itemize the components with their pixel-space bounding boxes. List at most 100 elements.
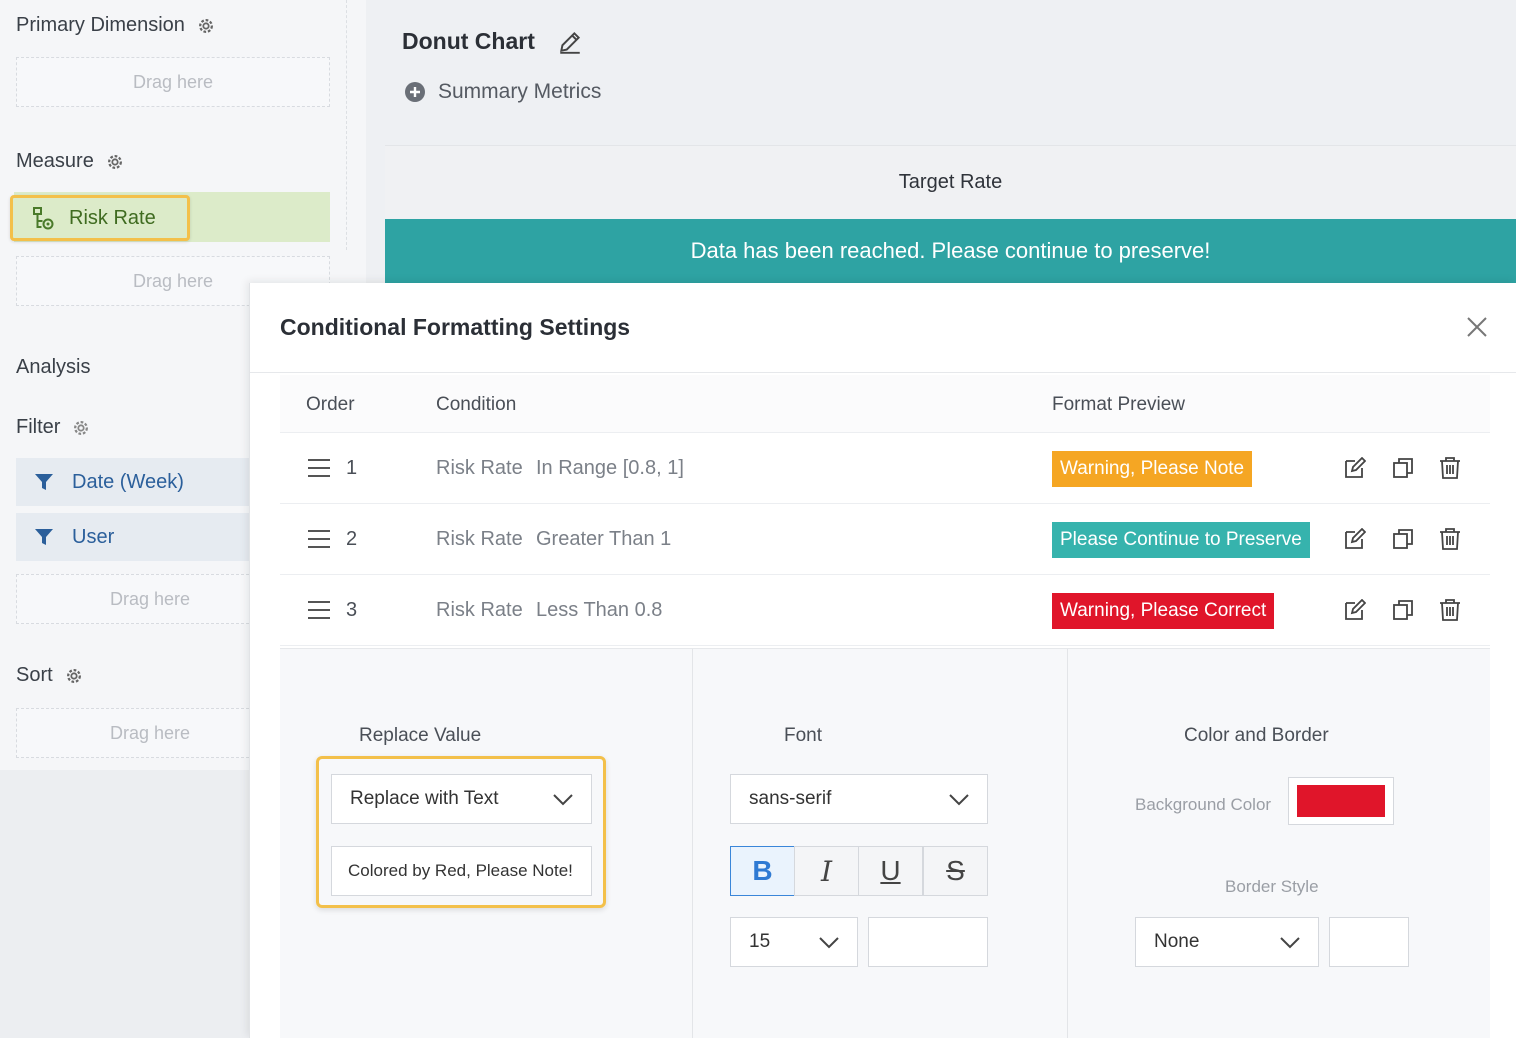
border-style-select[interactable]: None xyxy=(1135,917,1319,967)
column-order: Order xyxy=(306,394,355,415)
primary-dimension-dropzone[interactable]: Drag here xyxy=(16,57,330,107)
border-color-input[interactable] xyxy=(1329,917,1409,967)
rule-order: 3 xyxy=(346,599,358,621)
sort-heading: Sort xyxy=(16,664,83,687)
filter-heading: Filter xyxy=(16,416,90,439)
table-row: 1 Risk Rate In Range [0.8, 1] Warning, P… xyxy=(280,433,1490,504)
font-family-value: sans-serif xyxy=(749,788,832,809)
table-header: Order Condition Format Preview xyxy=(280,375,1490,433)
panel-divider xyxy=(692,649,693,1038)
color-border-label: Color and Border xyxy=(1184,725,1329,746)
copy-icon[interactable] xyxy=(1392,599,1414,621)
gear-icon[interactable] xyxy=(106,153,124,171)
analysis-title: Analysis xyxy=(16,356,91,378)
dialog-title: Conditional Formatting Settings xyxy=(280,314,631,340)
background-color-label: Background Color xyxy=(1135,795,1272,814)
panel-strip xyxy=(0,770,250,1038)
sort-title: Sort xyxy=(16,664,53,686)
column-format-preview: Format Preview xyxy=(1052,394,1186,415)
rules-table: Order Condition Format Preview 1 Risk Ra… xyxy=(280,375,1490,646)
gear-icon[interactable] xyxy=(197,17,215,35)
chevron-down-icon xyxy=(553,794,573,806)
edit-icon[interactable] xyxy=(1344,528,1366,550)
trash-icon[interactable] xyxy=(1439,528,1461,550)
primary-dimension-title: Primary Dimension xyxy=(16,14,185,36)
divider xyxy=(346,0,347,250)
close-icon[interactable] xyxy=(1465,315,1489,339)
italic-button[interactable]: I xyxy=(794,846,859,896)
gear-icon[interactable] xyxy=(72,419,90,437)
conditional-formatting-dialog: Conditional Formatting Settings Order Co… xyxy=(249,283,1516,1038)
primary-dimension-heading: Primary Dimension xyxy=(16,14,215,37)
rule-order: 1 xyxy=(346,457,358,479)
bold-button[interactable]: B xyxy=(730,846,795,896)
format-preview-badge: Please Continue to Preserve xyxy=(1052,522,1310,558)
chevron-down-icon xyxy=(1280,937,1300,949)
background-color-picker[interactable] xyxy=(1288,777,1394,825)
measure-title: Measure xyxy=(16,150,94,172)
rule-field: Risk Rate xyxy=(436,528,523,550)
border-style-value: None xyxy=(1154,931,1200,952)
replace-value-label: Replace Value xyxy=(359,725,482,746)
measure-item-label: Risk Rate xyxy=(69,206,156,229)
font-size-value: 15 xyxy=(749,931,771,952)
filter-icon xyxy=(35,529,53,545)
edit-icon[interactable] xyxy=(1344,599,1366,621)
filter-item-user[interactable]: User xyxy=(16,513,250,561)
filter-item-date-week[interactable]: Date (Week) xyxy=(16,458,250,506)
rule-field: Risk Rate xyxy=(436,457,523,479)
filter-dropzone[interactable]: Drag here xyxy=(16,574,284,624)
column-condition: Condition xyxy=(436,394,517,415)
filter-item-label: Date (Week) xyxy=(72,470,184,493)
rule-field: Risk Rate xyxy=(436,599,523,621)
measure-item-risk-rate[interactable]: Risk Rate xyxy=(10,195,190,241)
dialog-header: Conditional Formatting Settings xyxy=(250,283,1516,373)
filter-title: Filter xyxy=(16,416,61,438)
drag-handle-icon[interactable] xyxy=(308,601,330,619)
rule-condition: In Range [0.8, 1] xyxy=(536,457,684,479)
table-row: 2 Risk Rate Greater Than 1 Please Contin… xyxy=(280,504,1490,575)
hierarchy-icon xyxy=(33,207,54,230)
chart-title-row: Donut Chart xyxy=(402,28,583,55)
summary-metrics-label: Summary Metrics xyxy=(438,80,602,103)
trash-icon[interactable] xyxy=(1439,457,1461,479)
sort-dropzone[interactable]: Drag here xyxy=(16,708,284,758)
rule-order: 2 xyxy=(346,528,358,550)
target-rate-header: Target Rate xyxy=(385,145,1516,219)
underline-button[interactable]: U xyxy=(858,846,923,896)
copy-icon[interactable] xyxy=(1392,528,1414,550)
filter-item-label: User xyxy=(72,525,115,548)
rule-condition: Less Than 0.8 xyxy=(536,599,663,621)
drag-handle-icon[interactable] xyxy=(308,459,330,477)
summary-metrics-button[interactable]: Summary Metrics xyxy=(404,80,601,104)
pencil-icon[interactable] xyxy=(557,29,583,55)
panel-divider xyxy=(1067,649,1068,1038)
strikethrough-button[interactable]: S xyxy=(923,846,988,896)
gear-icon[interactable] xyxy=(65,667,83,685)
filter-icon xyxy=(35,474,53,490)
format-preview-badge: Warning, Please Correct xyxy=(1052,593,1275,629)
format-settings-panels: Replace Value Replace with Text Colored … xyxy=(280,648,1490,1038)
replace-mode-select[interactable]: Replace with Text xyxy=(331,774,592,824)
chevron-down-icon xyxy=(819,937,839,949)
measure-heading: Measure xyxy=(16,150,124,173)
drag-handle-icon[interactable] xyxy=(308,530,330,548)
copy-icon[interactable] xyxy=(1392,457,1414,479)
edit-icon[interactable] xyxy=(1344,457,1366,479)
rule-condition: Greater Than 1 xyxy=(536,528,672,550)
chart-title: Donut Chart xyxy=(402,28,535,54)
trash-icon[interactable] xyxy=(1439,599,1461,621)
font-label: Font xyxy=(784,725,823,746)
chevron-down-icon xyxy=(949,794,969,806)
border-style-label: Border Style xyxy=(1225,877,1319,896)
replace-text-input[interactable]: Colored by Red, Please Note! xyxy=(331,846,592,896)
plus-circle-icon xyxy=(405,82,425,102)
format-preview-badge: Warning, Please Note xyxy=(1052,451,1253,487)
replace-mode-value: Replace with Text xyxy=(350,788,499,809)
font-family-select[interactable]: sans-serif xyxy=(730,774,988,824)
color-swatch xyxy=(1297,785,1385,817)
status-banner: Data has been reached. Please continue t… xyxy=(385,219,1516,283)
font-size-select[interactable]: 15 xyxy=(730,917,858,967)
font-color-input[interactable] xyxy=(868,917,988,967)
table-row: 3 Risk Rate Less Than 0.8 Warning, Pleas… xyxy=(280,575,1490,646)
